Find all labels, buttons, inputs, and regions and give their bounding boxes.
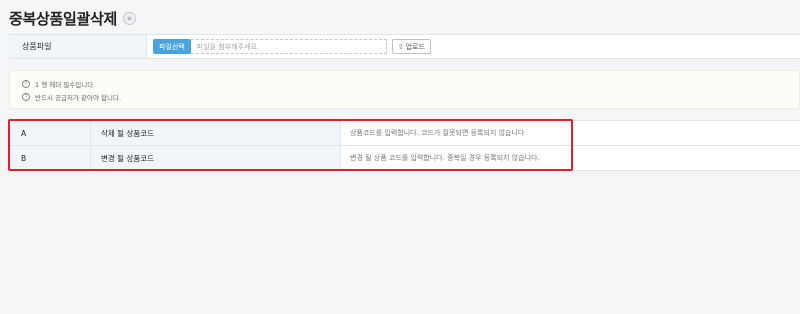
upload-label: 상품파일	[9, 35, 147, 58]
file-select-button[interactable]: 파일선택	[153, 39, 191, 54]
page-title: 중복상품일괄삭제	[9, 10, 118, 28]
page-header: 중복상품일괄삭제 ★	[9, 8, 137, 29]
upload-button[interactable]: ⇧ 업로드	[391, 39, 431, 54]
info-icon: !	[22, 92, 30, 101]
table-row: A 삭제 될 상품코드 상품코드를 입력합니다. 코드가 잘못되면 등록되지 않…	[9, 121, 800, 146]
column-letter: A	[9, 121, 91, 145]
upload-button-label: 업로드	[405, 42, 425, 51]
notice-box: ! 1 행 헤더 필수입니다. ! 반드시 공급처가 같아야 합니다.	[9, 70, 800, 109]
notice-text: 1 행 헤더 필수입니다.	[35, 80, 96, 89]
column-letter: B	[9, 146, 91, 170]
upload-row: 상품파일 파일선택 파일을 첨부해주세요. ⇧ 업로드	[9, 34, 800, 59]
table-row: B 변경 될 상품코드 변경 될 상품 코드를 입력합니다. 중복일 경우 등록…	[9, 146, 800, 171]
upload-icon: ⇧	[397, 42, 404, 51]
column-name: 삭제 될 상품코드	[91, 121, 341, 145]
file-input[interactable]: 파일을 첨부해주세요.	[190, 39, 387, 54]
info-icon: !	[22, 79, 30, 88]
notice-line: ! 반드시 공급처가 같아야 합니다.	[22, 90, 799, 103]
column-description: 변경 될 상품 코드를 입력합니다. 중복일 경우 등록되지 않습니다.	[341, 146, 800, 170]
column-table: A 삭제 될 상품코드 상품코드를 입력합니다. 코드가 잘못되면 등록되지 않…	[9, 120, 800, 171]
column-description: 상품코드를 입력합니다. 코드가 잘못되면 등록되지 않습니다	[341, 121, 800, 145]
column-name: 변경 될 상품코드	[91, 146, 341, 170]
notice-line: ! 1 행 헤더 필수입니다.	[22, 77, 799, 90]
notice-text: 반드시 공급처가 같아야 합니다.	[35, 93, 122, 102]
star-icon[interactable]: ★	[123, 12, 137, 25]
